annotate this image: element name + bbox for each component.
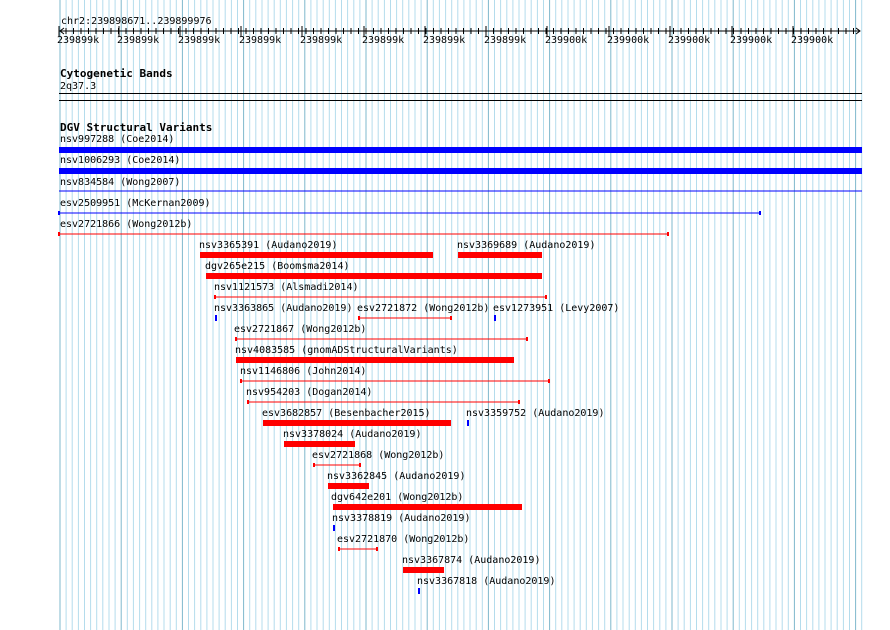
feature-label[interactable]: esv2721868 (Wong2012b): [312, 450, 444, 461]
feature-label[interactable]: nsv3365391 (Audano2019): [199, 240, 337, 251]
feature-glyph[interactable]: [58, 211, 761, 215]
feature-glyph[interactable]: [200, 252, 433, 258]
feature-glyph[interactable]: [333, 525, 335, 531]
feature-label[interactable]: nsv954203 (Dogan2014): [246, 387, 372, 398]
feature-label[interactable]: nsv1006293 (Coe2014): [60, 155, 180, 166]
feature-label[interactable]: nsv3378024 (Audano2019): [283, 429, 421, 440]
feature-glyph[interactable]: [215, 315, 217, 321]
feature-label[interactable]: dgv642e201 (Wong2012b): [331, 492, 463, 503]
feature-glyph[interactable]: [59, 147, 862, 153]
feature-label[interactable]: esv2721872 (Wong2012b): [357, 303, 489, 314]
feature-label[interactable]: nsv3367818 (Audano2019): [417, 576, 555, 587]
feature-label[interactable]: esv2721867 (Wong2012b): [234, 324, 366, 335]
feature-glyph[interactable]: [206, 273, 542, 279]
feature-label[interactable]: nsv3363865 (Audano2019): [214, 303, 352, 314]
feature-label[interactable]: nsv4083585 (gnomADStructuralVariants): [235, 345, 458, 356]
feature-glyph[interactable]: [418, 588, 420, 594]
feature-glyph[interactable]: [313, 463, 361, 467]
feature-glyph[interactable]: [59, 190, 862, 192]
feature-label[interactable]: esv1273951 (Levy2007): [493, 303, 619, 314]
feature-label[interactable]: nsv997288 (Coe2014): [60, 134, 174, 145]
feature-glyph[interactable]: [338, 547, 378, 551]
feature-glyph[interactable]: [284, 441, 355, 447]
feature-glyph[interactable]: [458, 252, 542, 258]
feature-glyph[interactable]: [494, 315, 496, 321]
feature-label[interactable]: nsv1146806 (John2014): [240, 366, 366, 377]
feature-label[interactable]: nsv3378819 (Audano2019): [332, 513, 470, 524]
feature-glyph[interactable]: [403, 567, 444, 573]
feature-glyph[interactable]: [328, 483, 369, 489]
feature-glyph[interactable]: [240, 379, 550, 383]
feature-label[interactable]: nsv3359752 (Audano2019): [466, 408, 604, 419]
feature-label[interactable]: esv2721870 (Wong2012b): [337, 534, 469, 545]
feature-label[interactable]: nsv3362845 (Audano2019): [327, 471, 465, 482]
feature-glyph[interactable]: [247, 400, 520, 404]
feature-label[interactable]: esv2721866 (Wong2012b): [60, 219, 192, 230]
feature-label[interactable]: nsv3369689 (Audano2019): [457, 240, 595, 251]
feature-label[interactable]: nsv3367874 (Audano2019): [402, 555, 540, 566]
feature-glyph[interactable]: [236, 357, 514, 363]
feature-glyph[interactable]: [467, 420, 469, 426]
feature-label[interactable]: nsv834584 (Wong2007): [60, 177, 180, 188]
feature-glyph[interactable]: [58, 232, 669, 236]
feature-label[interactable]: nsv1121573 (Alsmadi2014): [214, 282, 359, 293]
feature-label[interactable]: esv2509951 (McKernan2009): [60, 198, 211, 209]
feature-glyph[interactable]: [214, 295, 547, 299]
feature-glyph[interactable]: [333, 504, 522, 510]
feature-label[interactable]: esv3682857 (Besenbacher2015): [262, 408, 431, 419]
feature-label[interactable]: dgv265e215 (Boomsma2014): [205, 261, 350, 272]
genome-browser-panel[interactable]: chr2:239898671..239899976 239899k 239899k…: [0, 0, 890, 630]
feature-glyph[interactable]: [235, 337, 528, 341]
feature-glyph[interactable]: [263, 420, 451, 426]
feature-glyph[interactable]: [59, 168, 862, 174]
feature-glyph[interactable]: [358, 316, 452, 320]
